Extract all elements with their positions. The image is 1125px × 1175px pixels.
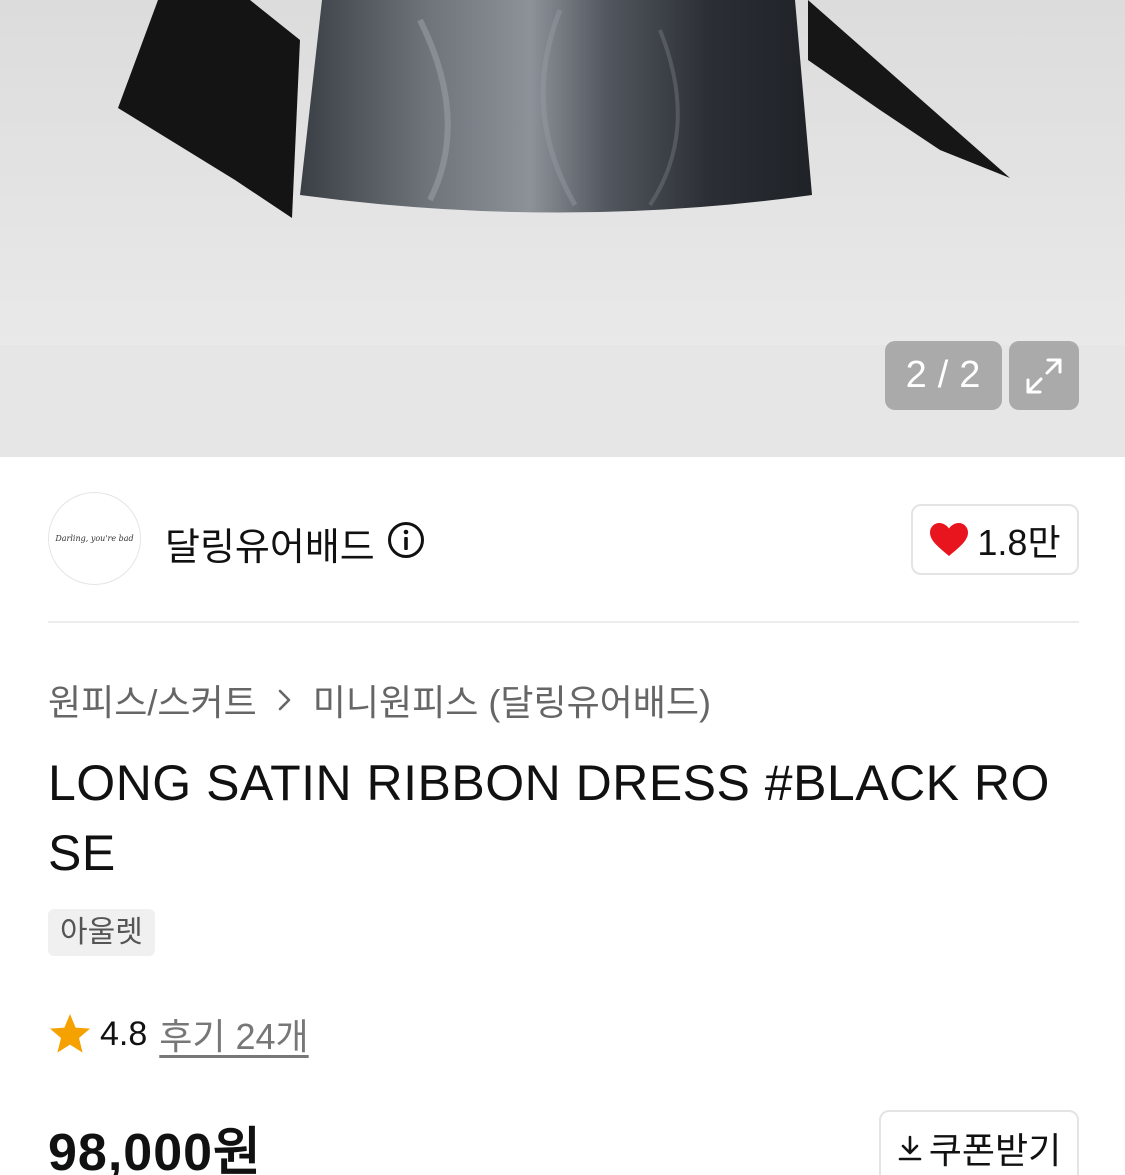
product-photo[interactable] [0,0,1125,345]
outlet-tag: 아울렛 [48,909,155,956]
product-title: LONG SATIN RIBBON DRESS #BLACK ROSE [48,755,1050,881]
breadcrumb: 원피스/스커트 미니원피스 (달링유어배드) [48,674,711,726]
info-icon[interactable] [387,521,425,559]
brand-logo[interactable]: Darling, you're bad [48,492,141,585]
coupon-label: 쿠폰받기 [928,1129,1062,1171]
divider [48,621,1079,623]
brand-logo-text: Darling, you're bad [55,534,134,543]
image-counter-current: 2 [905,354,928,396]
dress-image [118,0,1010,218]
image-counter: 2 / 2 [885,341,1002,410]
coupon-download-button[interactable]: 쿠폰받기 [879,1110,1079,1175]
download-icon [898,1135,922,1160]
chevron-right-icon [278,689,291,711]
breadcrumb-subcategory[interactable]: 미니원피스 (달링유어배드) [313,674,711,726]
brand-name[interactable]: 달링유어배드 [165,516,375,571]
reviews-link[interactable]: 후기 24개 [159,1008,308,1060]
rating-row: 4.8 후기 24개 [48,1008,309,1060]
heart-icon [930,522,969,556]
rating-value: 4.8 [100,1014,148,1053]
product-image-gallery[interactable]: 2 / 2 [0,0,1125,457]
image-counter-separator: / [937,354,950,396]
image-counter-total: 2 [959,354,982,396]
brand-row: Darling, you're bad 달링유어배드 1.8만 [48,492,1079,586]
star-icon [50,1014,90,1053]
breadcrumb-category[interactable]: 원피스/스커트 [48,674,257,726]
expand-icon [1026,358,1062,393]
product-price: 98,000원 [48,1124,262,1175]
like-button[interactable]: 1.8만 [911,504,1079,575]
like-count: 1.8만 [977,521,1061,563]
expand-image-button[interactable] [1009,341,1079,410]
